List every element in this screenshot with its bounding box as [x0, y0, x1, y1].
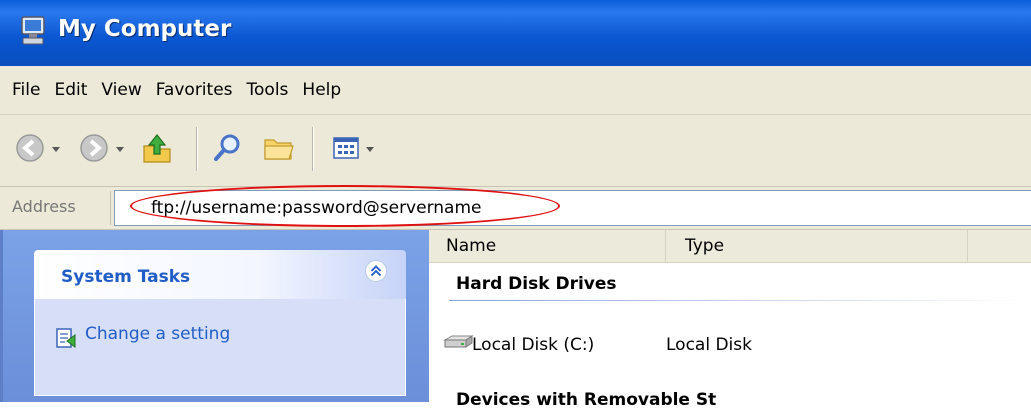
- group-divider: [449, 300, 1031, 301]
- menu-file[interactable]: File: [0, 80, 54, 100]
- task-change-setting[interactable]: Change a setting: [85, 324, 230, 344]
- address-input[interactable]: [114, 190, 1031, 226]
- window-title: My Computer: [58, 16, 232, 42]
- hard-disk-icon: [443, 335, 474, 348]
- menu-favorites[interactable]: Favorites: [156, 80, 247, 100]
- group-title-removable-storage: Devices with Removable St: [456, 390, 717, 410]
- toolbar-separator: [196, 127, 197, 171]
- task-pane-edge: [0, 230, 3, 402]
- menu-help[interactable]: Help: [302, 80, 355, 100]
- drive-type: Local Disk: [666, 335, 752, 355]
- views-icon[interactable]: [330, 132, 362, 164]
- menu-tools[interactable]: Tools: [247, 80, 303, 100]
- list-item[interactable]: Local Disk (C:) Local Disk: [442, 330, 1002, 360]
- system-tasks-panel: System Tasks Change a setting: [34, 250, 406, 396]
- menu-view[interactable]: View: [101, 80, 155, 100]
- folders-icon[interactable]: [262, 132, 296, 164]
- address-label: Address: [12, 197, 76, 216]
- group-title-hard-disk-drives: Hard Disk Drives: [456, 274, 617, 294]
- menu-bar: File Edit View Favorites Tools Help: [0, 66, 1031, 115]
- system-tasks-body: Change a setting: [34, 299, 406, 396]
- forward-dropdown-icon[interactable]: [116, 147, 124, 152]
- toolbar: [0, 115, 1031, 187]
- column-header-filler: [968, 230, 1031, 263]
- collapse-chevron-icon[interactable]: [365, 260, 387, 282]
- system-tasks-header[interactable]: System Tasks: [34, 250, 406, 299]
- content-pane: Name Type Hard Disk Drives Local Disk (C…: [429, 230, 1031, 410]
- column-header-name[interactable]: Name: [429, 230, 666, 263]
- up-folder-icon[interactable]: [140, 132, 174, 166]
- drive-name: Local Disk (C:): [472, 335, 595, 355]
- address-divider: [110, 191, 111, 225]
- title-bar: My Computer: [0, 0, 1031, 66]
- toolbar-separator: [312, 127, 313, 171]
- system-tasks-title: System Tasks: [61, 267, 191, 287]
- back-dropdown-icon[interactable]: [52, 147, 60, 152]
- column-header-type[interactable]: Type: [666, 230, 968, 263]
- menu-edit[interactable]: Edit: [54, 80, 101, 100]
- change-setting-icon[interactable]: [55, 327, 77, 349]
- search-icon[interactable]: [212, 132, 244, 164]
- forward-icon[interactable]: [78, 132, 110, 164]
- my-computer-icon: [21, 16, 45, 45]
- address-bar: Address: [0, 187, 1031, 230]
- views-dropdown-icon[interactable]: [366, 147, 374, 152]
- back-icon[interactable]: [14, 132, 46, 164]
